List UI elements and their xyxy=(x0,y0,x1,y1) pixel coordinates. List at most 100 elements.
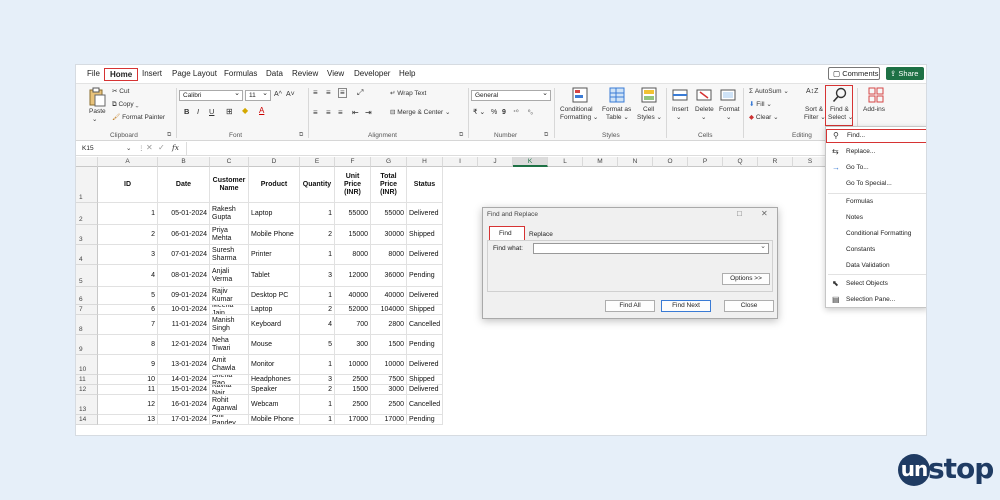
cell-total[interactable]: 17000 xyxy=(371,415,407,425)
add-ins-icon[interactable] xyxy=(868,87,884,103)
cell-total[interactable]: 40000 xyxy=(371,287,407,305)
menu-item-replace[interactable]: ⇆ Replace... xyxy=(826,145,926,159)
menu-item-selection-pane[interactable]: ▤ Selection Pane... xyxy=(826,293,926,307)
fill-color-icon[interactable]: ◆ xyxy=(242,107,248,115)
paste-button[interactable]: Paste xyxy=(89,108,106,116)
cell-date[interactable]: 10-01-2024 xyxy=(158,305,210,315)
menu-item-formulas[interactable]: Formulas xyxy=(826,195,926,209)
share-button[interactable]: ⇪ Share xyxy=(886,67,924,80)
col-header[interactable]: C xyxy=(210,157,249,167)
comments-button[interactable]: ▢ Comments xyxy=(828,67,880,80)
cell-qty[interactable]: 1 xyxy=(300,287,335,305)
cell-customer[interactable]: Rakesh Gupta xyxy=(210,203,249,225)
row-header[interactable]: 9 xyxy=(76,335,98,355)
close-button[interactable]: Close xyxy=(724,300,774,312)
tab-insert[interactable]: Insert xyxy=(140,68,164,81)
col-header[interactable]: H xyxy=(407,157,443,167)
cell-date[interactable]: 12-01-2024 xyxy=(158,335,210,355)
tab-data[interactable]: Data xyxy=(264,68,285,81)
cell-status[interactable]: Delivered xyxy=(407,245,443,265)
cell-customer[interactable]: Rajiv Kumar xyxy=(210,287,249,305)
cell-unit[interactable]: 10000 xyxy=(335,355,371,375)
conditional-formatting-label-2[interactable]: Formatting ⌄ xyxy=(560,114,598,122)
magnifier-icon[interactable] xyxy=(832,87,847,103)
cell-date[interactable]: 17-01-2024 xyxy=(158,415,210,425)
close-icon[interactable]: ✕ xyxy=(761,209,768,218)
font-name-select[interactable]: Calibri xyxy=(179,89,243,101)
format-cells-label[interactable]: Format xyxy=(719,106,740,114)
cell-date[interactable]: 07-01-2024 xyxy=(158,245,210,265)
header-cell-product[interactable]: Product xyxy=(249,167,300,203)
find-select-label[interactable]: Find & xyxy=(830,106,849,114)
format-as-table-label[interactable]: Format as xyxy=(602,106,631,114)
cell-customer[interactable]: Anjali Verma xyxy=(210,265,249,287)
row-header[interactable]: 6 xyxy=(76,287,98,305)
menu-item-goto-special[interactable]: Go To Special... xyxy=(826,177,926,191)
cell-customer[interactable]: Kavita Nair xyxy=(210,385,249,395)
tab-view[interactable]: View xyxy=(325,68,346,81)
align-left-icon[interactable]: ≡ xyxy=(313,109,318,117)
col-header[interactable]: J xyxy=(478,157,513,167)
enter-icon[interactable]: ✓ xyxy=(158,144,165,152)
cell-id[interactable]: 8 xyxy=(98,335,158,355)
add-ins-label[interactable]: Add-ins xyxy=(863,106,885,114)
delete-cells-dropdown-icon[interactable]: ⌄ xyxy=(701,114,706,122)
cell-unit[interactable]: 2500 xyxy=(335,375,371,385)
row-header[interactable]: 4 xyxy=(76,245,98,265)
cell-styles-label[interactable]: Cell xyxy=(643,106,654,114)
cell-product[interactable]: Desktop PC xyxy=(249,287,300,305)
cell-id[interactable]: 3 xyxy=(98,245,158,265)
paste-icon[interactable] xyxy=(88,87,106,107)
cell-qty[interactable]: 1 xyxy=(300,245,335,265)
cell-date[interactable]: 11-01-2024 xyxy=(158,315,210,335)
clear-button[interactable]: ◆ Clear ⌄ xyxy=(749,114,779,122)
merge-center-button[interactable]: ⊟ Merge & Center ⌄ xyxy=(390,109,450,117)
cell-status[interactable]: Delivered xyxy=(407,355,443,375)
row-header[interactable]: 11 xyxy=(76,375,98,385)
tab-file[interactable]: File xyxy=(85,68,102,81)
cell-customer[interactable]: Manish Singh xyxy=(210,315,249,335)
cell-product[interactable]: Tablet xyxy=(249,265,300,287)
cell-total[interactable]: 8000 xyxy=(371,245,407,265)
cell-id[interactable]: 7 xyxy=(98,315,158,335)
cell-product[interactable]: Mobile Phone xyxy=(249,415,300,425)
cell-id[interactable]: 9 xyxy=(98,355,158,375)
increase-font-icon[interactable]: A^ xyxy=(274,91,282,99)
tab-page-layout[interactable]: Page Layout xyxy=(170,68,219,81)
row-header[interactable]: 5 xyxy=(76,265,98,287)
cell-date[interactable]: 05-01-2024 xyxy=(158,203,210,225)
row-header[interactable]: 2 xyxy=(76,203,98,225)
cell-status[interactable]: Shipped xyxy=(407,305,443,315)
cell-customer[interactable]: Meena Jain xyxy=(210,305,249,315)
col-header[interactable]: N xyxy=(618,157,653,167)
cell-total[interactable]: 3000 xyxy=(371,385,407,395)
cell-customer[interactable]: Anil Pandey xyxy=(210,415,249,425)
fill-button[interactable]: ⬇ Fill ⌄ xyxy=(749,101,772,109)
cell-customer[interactable]: Neha Tiwari xyxy=(210,335,249,355)
bold-button[interactable]: B xyxy=(184,108,189,116)
header-cell-status[interactable]: Status xyxy=(407,167,443,203)
underline-button[interactable]: U xyxy=(209,108,214,116)
cell-product[interactable]: Webcam xyxy=(249,395,300,415)
sort-icon[interactable]: A↕Z xyxy=(806,88,818,96)
cell-customer[interactable]: Priya Mehta xyxy=(210,225,249,245)
row-header[interactable]: 10 xyxy=(76,355,98,375)
cell-status[interactable]: Shipped xyxy=(407,375,443,385)
cell-qty[interactable]: 1 xyxy=(300,355,335,375)
cell-total[interactable]: 2500 xyxy=(371,395,407,415)
cell-status[interactable]: Cancelled xyxy=(407,395,443,415)
insert-function-button[interactable]: fx xyxy=(172,144,179,152)
col-header[interactable]: Q xyxy=(723,157,758,167)
col-header[interactable]: O xyxy=(653,157,688,167)
options-button[interactable]: Options >> xyxy=(722,273,770,285)
currency-icon[interactable]: ₹ ⌄ xyxy=(473,109,485,117)
cell-status[interactable]: Pending xyxy=(407,335,443,355)
cut-button[interactable]: ✂ Cut xyxy=(112,88,129,96)
cell-id[interactable]: 4 xyxy=(98,265,158,287)
orientation-icon[interactable]: ⤢ xyxy=(357,89,363,97)
cell-date[interactable]: 09-01-2024 xyxy=(158,287,210,305)
cell-product[interactable]: Laptop xyxy=(249,203,300,225)
format-cells-dropdown-icon[interactable]: ⌄ xyxy=(726,114,731,122)
menu-item-data-validation[interactable]: Data Validation xyxy=(826,259,926,273)
cell-id[interactable]: 6 xyxy=(98,305,158,315)
